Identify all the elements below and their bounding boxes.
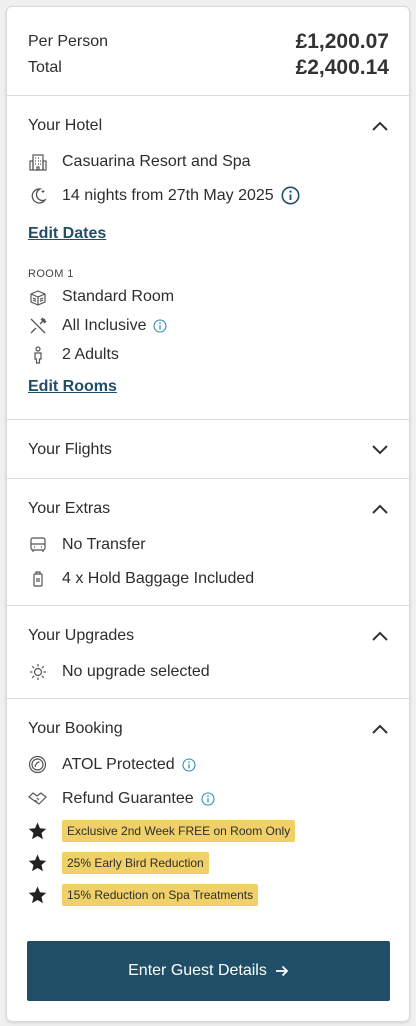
chevron-up-icon[interactable] — [371, 500, 389, 518]
hotel-section-title: Your Hotel — [28, 116, 103, 134]
offer-badge: Exclusive 2nd Week FREE on Room Only — [62, 820, 296, 842]
upgrade-row: No upgrade selected — [28, 657, 389, 686]
enter-guest-details-button[interactable]: Enter Guest Details — [27, 941, 390, 1001]
info-icon[interactable] — [281, 186, 300, 205]
chevron-up-icon[interactable] — [371, 627, 389, 645]
extras-section: Your Extras No Transfer 4 x Hold Baggage… — [7, 479, 409, 606]
transfer-row: No Transfer — [28, 530, 389, 559]
chevron-down-icon[interactable] — [371, 441, 389, 459]
luggage-icon — [28, 569, 47, 588]
star-icon — [28, 854, 47, 873]
info-icon[interactable] — [153, 318, 168, 333]
flights-section-header[interactable]: Your Flights — [28, 420, 389, 479]
transfer-status: No Transfer — [62, 535, 146, 553]
chevron-up-icon[interactable] — [371, 720, 389, 738]
upgrades-section-title: Your Upgrades — [28, 626, 135, 644]
baggage-row: 4 x Hold Baggage Included — [28, 564, 389, 593]
star-icon — [28, 886, 47, 905]
total-value: £2,400.14 — [295, 56, 389, 79]
offer-row: Exclusive 2nd Week FREE on Room Only — [28, 815, 389, 847]
room-label: ROOM 1 — [28, 268, 74, 280]
booking-section-title: Your Booking — [28, 719, 123, 737]
per-person-value: £1,200.07 — [295, 30, 389, 53]
info-icon[interactable] — [182, 757, 196, 772]
board-type: All Inclusive — [62, 316, 147, 334]
hotel-dates: 14 nights from 27th May 2025 — [62, 186, 274, 204]
info-icon[interactable] — [201, 791, 215, 806]
cta-label: Enter Guest Details — [128, 962, 267, 979]
bed-icon — [28, 287, 47, 306]
per-person-label: Per Person — [28, 33, 109, 50]
bus-icon — [28, 535, 47, 554]
baggage-status: 4 x Hold Baggage Included — [62, 569, 255, 587]
atol-row: ATOL Protected — [28, 750, 389, 779]
booking-section: Your Booking ATOL Protected Refund Guara… — [7, 699, 409, 911]
moon-icon — [28, 186, 47, 205]
hotel-name: Casuarina Resort and Spa — [62, 152, 251, 170]
guest-count: 2 Adults — [62, 345, 119, 363]
sun-icon — [28, 662, 47, 681]
refund-label: Refund Guarantee — [62, 789, 194, 807]
hotel-name-row: Casuarina Resort and Spa — [28, 147, 389, 176]
atol-shield-icon — [28, 755, 47, 774]
offer-row: 15% Reduction on Spa Treatments — [28, 879, 389, 911]
refund-row: Refund Guarantee — [28, 784, 389, 813]
upgrades-section: Your Upgrades No upgrade selected — [7, 606, 409, 699]
extras-section-title: Your Extras — [28, 499, 111, 517]
booking-summary-card: Per Person £1,200.07 Total £2,400.14 You… — [6, 6, 410, 1022]
hotel-section: Your Hotel Casuarina Resort and Spa 14 n… — [7, 96, 409, 420]
per-person-row: Per Person £1,200.07 — [28, 29, 389, 55]
star-icon — [28, 822, 47, 841]
room-type: Standard Room — [62, 287, 175, 305]
room-type-row: Standard Room — [28, 282, 389, 311]
upgrade-status: No upgrade selected — [62, 662, 210, 680]
offer-row: 25% Early Bird Reduction — [28, 847, 389, 879]
atol-label: ATOL Protected — [62, 755, 175, 773]
flights-section: Your Flights — [7, 420, 409, 479]
edit-rooms-link[interactable]: Edit Rooms — [28, 378, 117, 396]
flights-section-title: Your Flights — [28, 440, 112, 458]
guests-row: 2 Adults — [28, 340, 389, 369]
edit-dates-link[interactable]: Edit Dates — [28, 225, 106, 243]
offer-badge: 15% Reduction on Spa Treatments — [62, 884, 259, 906]
chevron-up-icon[interactable] — [371, 117, 389, 135]
cutlery-icon — [28, 316, 47, 335]
person-icon — [28, 345, 47, 364]
hotel-dates-row: 14 nights from 27th May 2025 — [28, 181, 389, 210]
board-row: All Inclusive — [28, 311, 389, 340]
offer-badge: 25% Early Bird Reduction — [62, 852, 209, 874]
price-summary: Per Person £1,200.07 Total £2,400.14 — [7, 7, 409, 96]
total-label: Total — [28, 59, 62, 76]
building-icon — [28, 152, 47, 171]
arrow-right-icon — [275, 965, 289, 977]
total-row: Total £2,400.14 — [28, 55, 389, 81]
handshake-icon — [28, 789, 47, 808]
